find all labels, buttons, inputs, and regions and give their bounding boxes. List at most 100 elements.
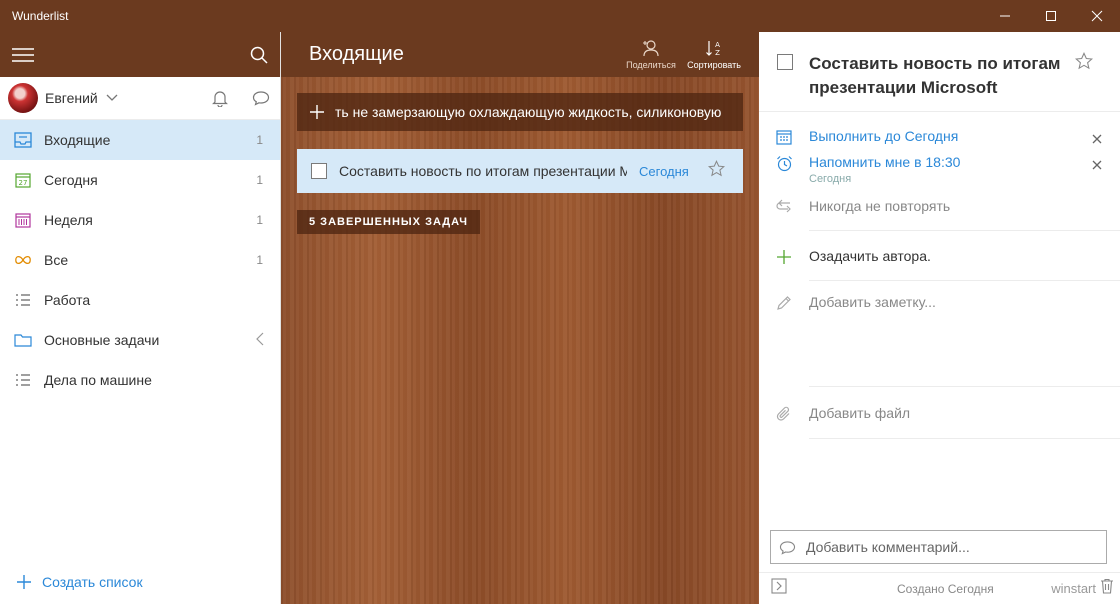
list-icon xyxy=(14,371,32,389)
sidebar-item-week[interactable]: Неделя 1 xyxy=(0,200,280,240)
close-icon xyxy=(1091,10,1103,22)
note-placeholder: Добавить заметку... xyxy=(809,294,936,310)
maximize-icon xyxy=(1046,11,1056,21)
trash-icon xyxy=(1101,578,1113,594)
item-count: 1 xyxy=(256,133,263,147)
detail-task-title[interactable]: Составить новость по итогам презентации … xyxy=(809,52,1071,100)
sidebar: Евгений Входящие 1 27 Сегодня 1 Неделя 1… xyxy=(0,32,281,604)
sidebar-item-inbox[interactable]: Входящие 1 xyxy=(0,120,280,160)
create-list-button[interactable]: Создать список xyxy=(0,560,280,604)
calendar-icon xyxy=(759,128,809,145)
chevron-down-icon[interactable] xyxy=(106,94,118,102)
subtask-label: Озадачить автора. xyxy=(809,248,931,264)
subtask-row[interactable]: Озадачить автора. xyxy=(759,248,1120,265)
repeat-label: Никогда не повторять xyxy=(809,198,951,214)
svg-text:27: 27 xyxy=(19,179,28,187)
paperclip-icon xyxy=(759,405,809,422)
alarm-clock-icon xyxy=(759,154,809,172)
sidebar-toolbar xyxy=(0,32,280,77)
note-row[interactable]: Добавить заметку... xyxy=(759,294,1120,311)
task-due-date: Сегодня xyxy=(639,163,689,179)
plus-icon xyxy=(310,105,324,119)
sidebar-item-today[interactable]: 27 Сегодня 1 xyxy=(0,160,280,200)
sidebar-item-label: Неделя xyxy=(44,212,93,228)
hamburger-icon xyxy=(12,47,34,62)
list-header: Входящие Поделиться AZ Сортировать xyxy=(281,32,759,77)
task-title[interactable]: Составить новость по итогам презентации … xyxy=(339,163,627,179)
sidebar-item-label: Все xyxy=(44,252,69,268)
list-navigation: Входящие 1 27 Сегодня 1 Неделя 1 Все 1 Р… xyxy=(0,120,280,400)
reminder-label: Напомнить мне в 18:30 xyxy=(809,154,961,170)
reminder-row[interactable]: Напомнить мне в 18:30 Сегодня xyxy=(759,154,1120,185)
repeat-row[interactable]: Никогда не повторять xyxy=(759,198,1120,214)
star-button[interactable] xyxy=(707,160,726,182)
detail-task-checkbox[interactable] xyxy=(777,54,793,70)
due-date-row[interactable]: Выполнить до Сегодня xyxy=(759,128,1120,149)
sidebar-item-main-tasks-folder[interactable]: Основные задачи xyxy=(0,320,280,360)
task-row[interactable]: Составить новость по итогам презентации … xyxy=(297,149,743,193)
inbox-icon xyxy=(14,131,32,149)
clear-due-date-button[interactable] xyxy=(1092,128,1102,149)
plus-icon xyxy=(759,248,809,265)
show-completed-button[interactable]: 5 ЗАВЕРШЕННЫХ ЗАДАЧ xyxy=(297,210,480,234)
watermark-text: winstart xyxy=(1051,581,1096,596)
minimize-button[interactable] xyxy=(982,0,1028,32)
divider xyxy=(809,438,1120,439)
bell-icon[interactable] xyxy=(212,90,228,107)
collapse-panel-icon xyxy=(771,578,787,594)
star-icon xyxy=(707,160,726,177)
folder-collapse-toggle[interactable] xyxy=(256,332,266,349)
sidebar-item-work[interactable]: Работа xyxy=(0,280,280,320)
sidebar-item-label: Дела по машине xyxy=(44,372,152,388)
close-icon xyxy=(1092,160,1102,170)
maximize-button[interactable] xyxy=(1028,0,1074,32)
close-icon xyxy=(1092,134,1102,144)
clear-reminder-button[interactable] xyxy=(1092,154,1102,175)
search-button[interactable] xyxy=(250,46,268,64)
list-icon xyxy=(14,291,32,309)
user-name[interactable]: Евгений xyxy=(45,90,98,106)
calendar-today-icon: 27 xyxy=(14,171,32,189)
sidebar-item-label: Сегодня xyxy=(44,172,98,188)
add-task-text: ть не замерзающую охлаждающую жидкость, … xyxy=(335,104,722,120)
item-count: 1 xyxy=(256,213,263,227)
search-icon xyxy=(250,46,268,64)
chevron-left-icon xyxy=(256,332,264,345)
sidebar-item-car-tasks[interactable]: Дела по машине xyxy=(0,360,280,400)
sidebar-item-label: Основные задачи xyxy=(44,332,160,348)
sort-button[interactable]: AZ Сортировать xyxy=(683,39,745,70)
hamburger-menu-button[interactable] xyxy=(12,47,34,63)
created-date: Создано Сегодня xyxy=(897,581,994,596)
close-window-button[interactable] xyxy=(1074,0,1120,32)
detail-star-button[interactable] xyxy=(1074,52,1094,75)
plus-icon xyxy=(17,575,31,589)
share-button[interactable]: Поделиться xyxy=(621,39,681,70)
delete-task-button[interactable] xyxy=(1100,578,1114,599)
user-row[interactable]: Евгений xyxy=(0,77,280,120)
svg-text:A: A xyxy=(715,41,720,49)
item-count: 1 xyxy=(256,173,263,187)
calendar-week-icon xyxy=(14,211,32,229)
chat-icon xyxy=(779,540,796,555)
avatar[interactable] xyxy=(8,83,38,113)
pencil-icon xyxy=(759,294,809,311)
repeat-icon xyxy=(759,198,809,213)
divider xyxy=(809,386,1120,387)
comment-input[interactable]: Добавить комментарий... xyxy=(770,530,1107,564)
task-detail-panel: Составить новость по итогам презентации … xyxy=(759,32,1120,604)
add-task-input[interactable]: ть не замерзающую охлаждающую жидкость, … xyxy=(297,93,743,131)
task-checkbox[interactable] xyxy=(311,163,327,179)
chat-icon[interactable] xyxy=(252,90,270,106)
divider xyxy=(809,230,1120,231)
minimize-icon xyxy=(1000,15,1010,17)
sidebar-item-all[interactable]: Все 1 xyxy=(0,240,280,280)
reminder-date: Сегодня xyxy=(809,173,852,185)
add-file-label: Добавить файл xyxy=(809,405,911,421)
detail-footer: Создано Сегодня winstart xyxy=(759,572,1120,604)
detail-header: Составить новость по итогам презентации … xyxy=(759,32,1120,112)
add-file-row[interactable]: Добавить файл xyxy=(759,405,1120,422)
collapse-detail-button[interactable] xyxy=(771,578,787,599)
infinity-icon xyxy=(14,251,32,269)
svg-text:Z: Z xyxy=(715,49,720,57)
divider xyxy=(809,280,1120,281)
